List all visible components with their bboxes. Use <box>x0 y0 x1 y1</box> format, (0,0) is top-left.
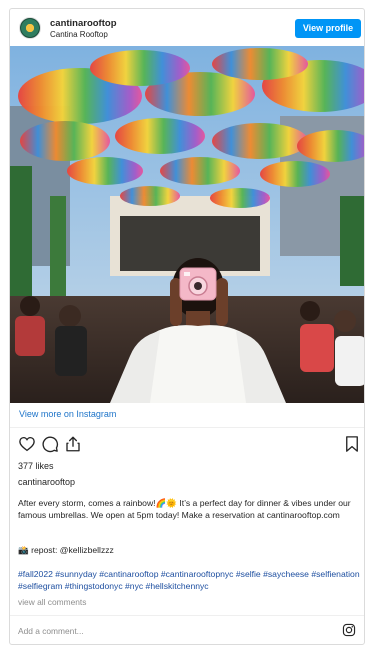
view-profile-button[interactable]: View profile <box>295 19 361 38</box>
add-comment-input[interactable]: Add a comment... <box>18 626 84 636</box>
action-bar <box>10 435 364 457</box>
profile-username[interactable]: cantinarooftop <box>50 18 117 29</box>
view-more-link[interactable]: View more on Instagram <box>19 409 116 419</box>
hashtag-list[interactable]: #fall2022 #sunnyday #cantinarooftop #can… <box>18 569 360 592</box>
heart-icon[interactable] <box>18 435 36 453</box>
view-all-comments-link[interactable]: view all comments <box>18 597 86 607</box>
caption-username[interactable]: cantinarooftop <box>18 477 75 487</box>
instagram-logo-icon[interactable] <box>342 623 356 637</box>
share-icon[interactable] <box>64 435 82 453</box>
profile-location[interactable]: Cantina Rooftop <box>50 30 108 39</box>
divider <box>10 615 364 616</box>
comment-icon[interactable] <box>41 435 59 453</box>
profile-avatar[interactable] <box>19 17 41 39</box>
bookmark-icon[interactable] <box>343 435 361 453</box>
divider <box>10 427 364 428</box>
post-header: cantinarooftop Cantina Rooftop View prof… <box>10 9 364 46</box>
like-count[interactable]: 377 likes <box>18 461 54 471</box>
instagram-embed-card: cantinarooftop Cantina Rooftop View prof… <box>9 8 365 645</box>
post-image[interactable] <box>10 46 364 403</box>
repost-credit: 📸 repost: @kellizbellzzz <box>18 545 114 555</box>
caption-text: After every storm, comes a rainbow!🌈🌞 It… <box>18 498 351 520</box>
